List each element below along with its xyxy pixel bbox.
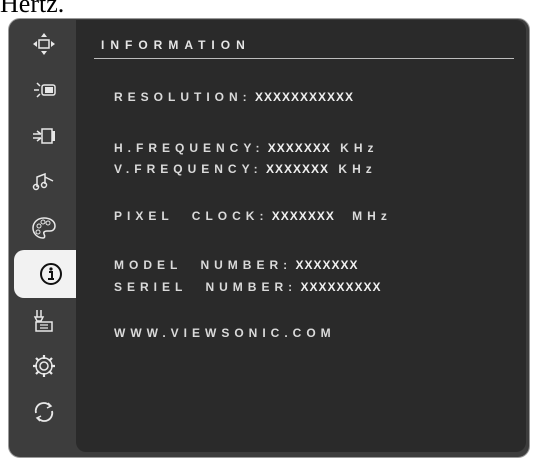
panel-title: INFORMATION [101,38,251,52]
serial-number-row: SERIEL NUMBER: XXXXXXXXX [114,280,382,294]
brightness-icon [34,82,56,98]
h-frequency-unit: KHz [340,141,379,155]
resolution-value: XXXXXXXXXXX [255,90,355,104]
serial-number-label: SERIEL NUMBER: [114,280,298,294]
caption-text: Hertz. [0,0,65,18]
tab-memory-recall[interactable] [12,390,76,434]
tab-audio[interactable] [12,160,76,204]
tab-move-position[interactable] [12,22,76,66]
pixel-clock-row: PIXEL CLOCK: XXXXXXX MHz [114,209,392,223]
color-palette-icon [32,217,56,239]
h-frequency-row: H.FREQUENCY: XXXXXXX KHz [114,141,379,155]
v-frequency-unit: KHz [338,162,377,176]
setup-gear-icon [33,355,55,377]
tab-brightness[interactable] [12,68,76,112]
tab-setup[interactable] [12,344,76,388]
tab-manual-adjust[interactable] [12,298,76,342]
v-frequency-row: V.FREQUENCY: XXXXXXX KHz [114,162,377,176]
tab-input-source[interactable] [12,114,76,158]
h-frequency-value: XXXXXXX [267,141,331,155]
website-text: WWW.VIEWSONIC.COM [114,326,336,340]
tab-color[interactable] [12,206,76,250]
audio-icon [32,172,54,191]
pixel-clock-label: PIXEL CLOCK: [114,209,269,223]
manual-adjust-icon [33,310,53,332]
title-divider [94,58,514,59]
model-number-label: MODEL NUMBER: [114,258,293,272]
h-frequency-label: H.FREQUENCY: [114,141,265,155]
information-icon [40,263,62,285]
v-frequency-value: XXXXXXX [266,162,330,176]
pixel-clock-value: XXXXXXX [271,209,335,223]
memory-recall-icon [34,402,54,422]
information-panel: INFORMATION RESOLUTION: XXXXXXXXXXX H.FR… [76,20,526,452]
v-frequency-label: V.FREQUENCY: [114,162,263,176]
resolution-row: RESOLUTION: XXXXXXXXXXX [114,90,354,104]
model-number-value: XXXXXXX [295,258,359,272]
serial-number-value: XXXXXXXXX [300,280,382,294]
move-position-icon [33,33,55,55]
website-row: WWW.VIEWSONIC.COM [114,326,336,340]
osd-sidebar [12,22,88,454]
model-number-row: MODEL NUMBER: XXXXXXX [114,258,358,272]
resolution-label: RESOLUTION: [114,90,252,104]
input-source-icon [33,128,55,144]
pixel-clock-unit: MHz [352,209,392,223]
